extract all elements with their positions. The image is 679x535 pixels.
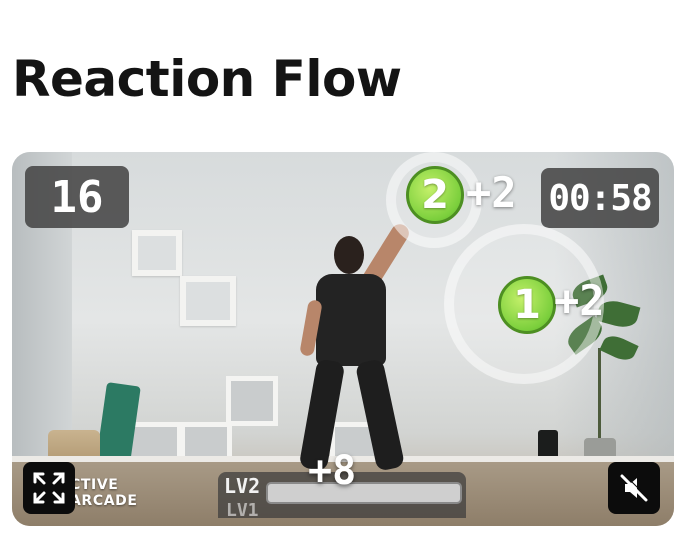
level-current: LV2 <box>224 474 261 498</box>
page-title: Reaction Flow <box>12 50 402 108</box>
player-head <box>334 236 364 274</box>
level-progress-bar <box>266 482 462 504</box>
target-number: 2 <box>421 172 449 218</box>
speaker-muted-icon <box>620 473 649 502</box>
target-number: 1 <box>513 282 541 328</box>
target-points: +2 <box>466 168 517 217</box>
bonus-points: +8 <box>308 448 357 494</box>
target-2[interactable]: 2 <box>406 166 464 224</box>
target-1[interactable]: 1 <box>498 276 556 334</box>
target-points: +2 <box>554 276 605 325</box>
player-leg <box>354 358 406 472</box>
expand-icon <box>33 472 65 504</box>
plant <box>598 348 601 440</box>
brand-line: CTIVE <box>70 477 119 493</box>
cube-storage <box>226 376 278 426</box>
player-torso <box>316 274 386 366</box>
mute-button[interactable] <box>608 462 660 514</box>
brand-line: ARCADE <box>70 493 138 509</box>
level-previous: LV1 <box>226 500 259 521</box>
game-video-frame[interactable]: 16 00:58 2 +2 1 +2 CTIVE ARCADE LV2 LV1 … <box>12 152 674 526</box>
score-display: 16 <box>25 166 129 228</box>
wall-shelf <box>132 230 182 276</box>
timer-display: 00:58 <box>541 168 659 228</box>
fullscreen-button[interactable] <box>23 462 75 514</box>
brand-logo: CTIVE ARCADE <box>70 477 138 509</box>
wall-shelf <box>180 276 236 326</box>
